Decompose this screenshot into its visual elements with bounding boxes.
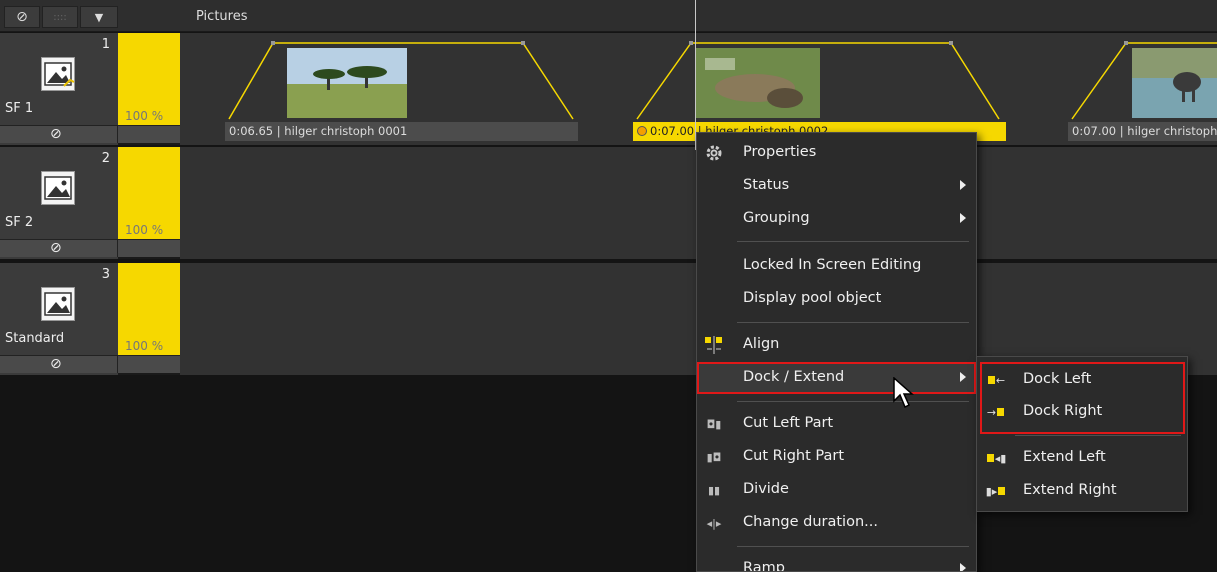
menu-item-properties[interactable]: Properties <box>697 137 976 169</box>
track-1[interactable]: 1 SF 1 100 % 0:06.65 | hilger christoph … <box>0 33 1217 145</box>
track-number: 3 <box>101 267 110 282</box>
menu-item-cut-right-part[interactable]: ▮◘ Cut Right Part <box>697 441 976 473</box>
context-menu: Properties Status Grouping Locked In Scr… <box>696 132 977 572</box>
track-footer: ⊘ <box>0 125 180 143</box>
menu-item-grouping[interactable]: Grouping <box>697 203 976 235</box>
submenu-arrow-icon <box>960 180 966 190</box>
cut-left-icon: ◘▮ <box>706 417 722 431</box>
align-icon <box>703 335 725 355</box>
menu-separator <box>737 241 969 242</box>
extend-right-icon: ▮▸ <box>983 481 1009 501</box>
image-icon <box>41 287 75 321</box>
submenu-arrow-icon <box>960 213 966 223</box>
menu-item-change-duration[interactable]: ◂|▸ Change duration... <box>697 507 976 539</box>
submenu-arrow-icon <box>960 372 966 382</box>
submenu-item-extend-left[interactable]: ◂▮ Extend Left <box>977 442 1187 474</box>
clip-label: 0:06.65 | hilger christoph 0001 <box>225 122 578 141</box>
clip-3[interactable]: 0:07.00 | hilger christoph 0003 <box>1068 41 1217 141</box>
clip-thumbnail <box>287 48 407 118</box>
cut-right-icon: ▮◘ <box>706 450 722 464</box>
track-lane[interactable]: 0:06.65 | hilger christoph 0001 0:07.00 … <box>180 33 1217 145</box>
menu-item-display-pool-object[interactable]: Display pool object <box>697 283 976 315</box>
menu-item-divide[interactable]: ▮▮ Divide <box>697 474 976 506</box>
forbidden-icon[interactable]: ⊘ <box>50 356 62 372</box>
playhead[interactable] <box>695 0 696 150</box>
track-number: 2 <box>101 151 110 166</box>
clip-status-dot <box>637 126 647 136</box>
forbidden-icon-button[interactable]: ⊘ <box>4 6 40 28</box>
clip-label: 0:07.00 | hilger christoph 0003 <box>1068 122 1217 141</box>
menu-item-cut-left-part[interactable]: ◘▮ Cut Left Part <box>697 408 976 440</box>
image-icon <box>41 171 75 205</box>
track-name: SF 1 <box>5 101 34 116</box>
menu-item-dock-extend[interactable]: Dock / Extend <box>697 362 976 394</box>
menu-separator <box>737 546 969 547</box>
clip-thumbnail <box>1132 48 1217 118</box>
gear-icon <box>703 143 725 163</box>
dropdown-arrow-button[interactable]: ▼ <box>80 6 118 28</box>
divider <box>117 355 118 373</box>
menu-item-locked-in-screen-editing[interactable]: Locked In Screen Editing <box>697 250 976 282</box>
timeline-toolbar: ⊘ :::: ▼ Pictures <box>0 0 1217 32</box>
change-duration-icon: ◂|▸ <box>706 516 722 530</box>
divider <box>117 125 118 143</box>
track-level-label: 100 % <box>125 339 164 353</box>
track-level-label: 100 % <box>125 109 164 123</box>
dock-left-icon: ← <box>983 370 1009 390</box>
lane-title: Pictures <box>196 9 248 24</box>
track-level-label: 100 % <box>125 223 164 237</box>
submenu-item-dock-left[interactable]: ← Dock Left <box>977 364 1187 396</box>
track-footer: ⊘ <box>0 239 180 257</box>
extend-left-icon: ◂▮ <box>983 448 1009 468</box>
grid-toggle-button[interactable]: :::: <box>42 6 78 28</box>
track-2[interactable]: 2 SF 2 100 % ⊘ <box>0 147 1217 259</box>
clip-1[interactable]: 0:06.65 | hilger christoph 0001 <box>225 41 578 141</box>
submenu-item-extend-right[interactable]: ▮▸ Extend Right <box>977 475 1187 507</box>
image-icon <box>41 57 75 91</box>
dock-right-icon: → <box>983 402 1009 422</box>
dock-extend-submenu: ← Dock Left → Dock Right ◂▮ Extend Left … <box>976 356 1188 512</box>
track-name: SF 2 <box>5 215 34 230</box>
menu-item-align[interactable]: Align <box>697 329 976 361</box>
menu-item-ramp[interactable]: Ramp <box>697 553 976 571</box>
menu-item-status[interactable]: Status <box>697 170 976 202</box>
divide-icon: ▮▮ <box>707 483 721 497</box>
divider <box>117 239 118 257</box>
track-number: 1 <box>101 37 110 52</box>
clip-thumbnail <box>695 48 820 118</box>
menu-separator <box>1015 435 1181 436</box>
submenu-arrow-icon <box>960 563 966 571</box>
menu-separator <box>737 401 969 402</box>
forbidden-icon[interactable]: ⊘ <box>50 240 62 256</box>
menu-separator <box>737 322 969 323</box>
track-name: Standard <box>5 331 65 346</box>
forbidden-icon[interactable]: ⊘ <box>50 126 62 142</box>
clip-2[interactable]: 0:07.00 | hilger christoph 0002 <box>633 41 1006 141</box>
mouse-cursor-icon <box>893 376 915 415</box>
submenu-item-dock-right[interactable]: → Dock Right <box>977 396 1187 428</box>
track-footer: ⊘ <box>0 355 180 373</box>
